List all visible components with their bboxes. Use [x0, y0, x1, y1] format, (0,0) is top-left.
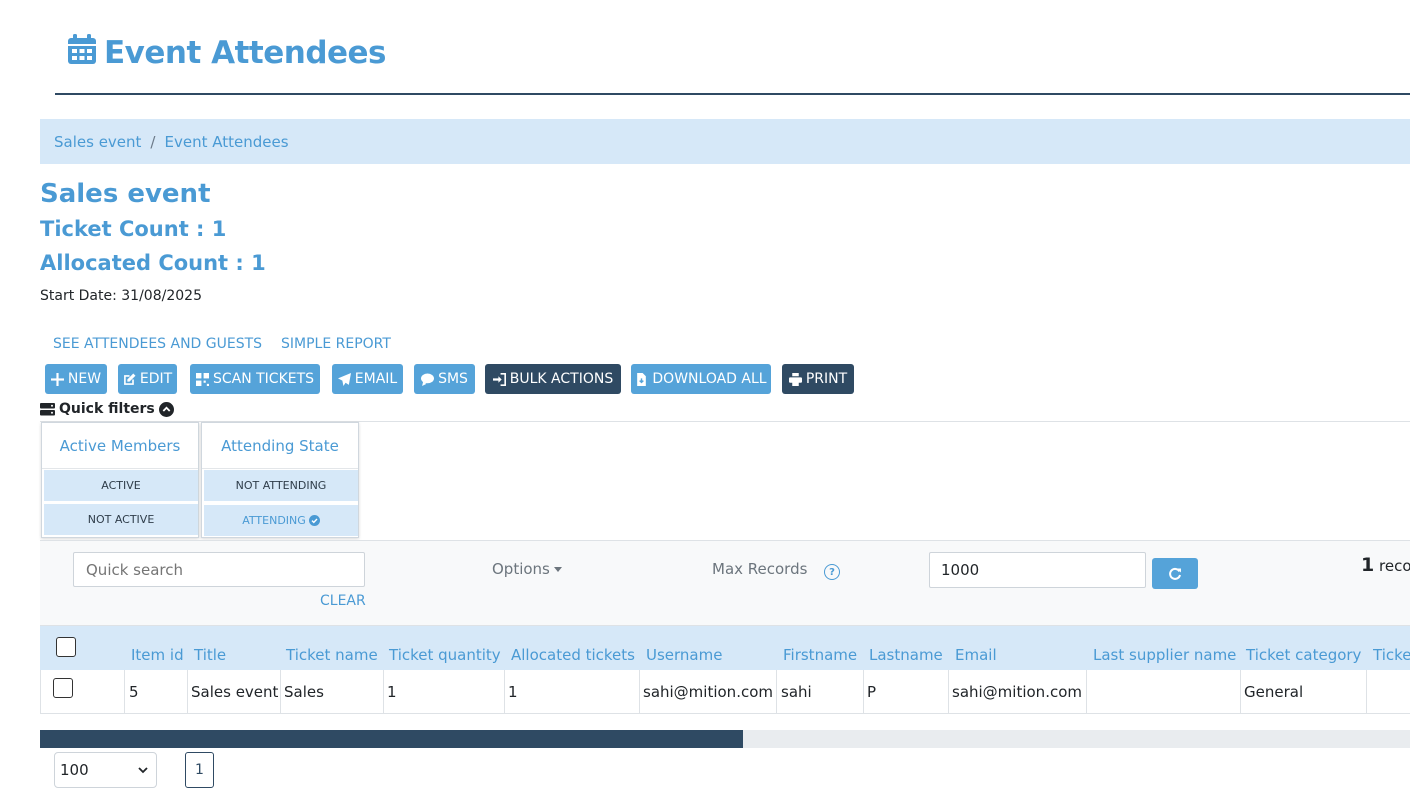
qrcode-icon	[195, 372, 209, 386]
column-header-ticket-truncated[interactable]: Ticke	[1373, 646, 1410, 664]
filter-group-title: Active Members	[42, 423, 198, 469]
max-records-label: Max Records	[712, 560, 808, 578]
simple-report-link[interactable]: SIMPLE REPORT	[281, 336, 391, 352]
page-title-text: Event Attendees	[104, 35, 387, 71]
column-header-username[interactable]: Username	[646, 646, 722, 664]
file-download-icon	[637, 372, 647, 386]
page-button-1[interactable]: 1	[185, 752, 214, 788]
column-header-ticket-quantity[interactable]: Ticket quantity	[389, 646, 501, 664]
cell-ticket-quantity: 1	[387, 683, 397, 701]
column-header-allocated-tickets[interactable]: Allocated tickets	[511, 646, 635, 664]
calendar-icon	[68, 34, 96, 72]
ticket-count: Ticket Count : 1	[40, 217, 227, 241]
caret-down-icon	[553, 566, 562, 572]
filter-option-not-active[interactable]: NOT ACTIVE	[44, 504, 198, 535]
clear-search-link[interactable]: CLEAR	[320, 593, 366, 609]
cell-title: Sales event	[191, 683, 279, 701]
breadcrumb: Sales event / Event Attendees	[40, 119, 1410, 164]
filter-option-not-attending[interactable]: NOT ATTENDING	[204, 470, 358, 501]
scan-tickets-button[interactable]: SCAN TICKETS	[190, 364, 320, 394]
bulk-actions-button[interactable]: BULK ACTIONS	[485, 364, 621, 394]
title-divider	[55, 93, 1410, 95]
check-circle-icon	[308, 515, 320, 526]
cell-username: sahi@mition.com	[643, 683, 773, 701]
column-header-firstname[interactable]: Firstname	[783, 646, 857, 664]
see-attendees-link[interactable]: SEE ATTENDEES AND GUESTS	[53, 336, 262, 352]
server-icon	[40, 402, 55, 415]
plus-icon	[50, 372, 64, 386]
new-button[interactable]: NEW	[45, 364, 107, 394]
filter-group-title: Attending State	[202, 423, 358, 469]
cell-ticket-name: Sales	[284, 683, 324, 701]
cell-email: sahi@mition.com	[952, 683, 1082, 701]
row-checkbox[interactable]	[53, 678, 73, 698]
edit-icon	[123, 373, 136, 385]
column-header-lastname[interactable]: Lastname	[869, 646, 943, 664]
cell-firstname: sahi	[781, 683, 812, 701]
filter-group-attending-state: Attending State NOT ATTENDING ATTENDING	[201, 422, 359, 538]
event-name: Sales event	[40, 179, 211, 209]
sms-button[interactable]: SMS	[414, 364, 475, 394]
print-button[interactable]: PRINT	[782, 364, 854, 394]
refresh-icon	[1169, 567, 1181, 580]
cell-item-id: 5	[129, 683, 139, 701]
refresh-button[interactable]	[1152, 558, 1198, 589]
chat-icon	[421, 373, 435, 386]
filter-option-active[interactable]: ACTIVE	[44, 470, 198, 501]
filter-group-active-members: Active Members ACTIVE NOT ACTIVE	[41, 422, 199, 538]
quick-search-input[interactable]	[73, 552, 365, 587]
column-header-item-id[interactable]: Item id	[131, 646, 184, 664]
column-header-title[interactable]: Title	[194, 646, 226, 664]
filter-option-attending[interactable]: ATTENDING	[204, 505, 358, 536]
start-date: Start Date: 31/08/2025	[40, 288, 202, 304]
chevron-up-circle-icon	[158, 401, 174, 417]
cell-allocated-tickets: 1	[508, 683, 518, 701]
cell-ticket-category: General	[1244, 683, 1304, 701]
paper-plane-icon	[337, 372, 351, 386]
sign-in-icon	[492, 372, 506, 386]
help-icon[interactable]: ?	[824, 564, 840, 580]
email-button[interactable]: EMAIL	[332, 364, 403, 394]
breadcrumb-item-attendees[interactable]: Event Attendees	[164, 133, 288, 151]
column-header-ticket-name[interactable]: Ticket name	[286, 646, 378, 664]
max-records-input[interactable]	[929, 552, 1146, 588]
quick-filters-toggle[interactable]: Quick filters	[40, 401, 174, 417]
breadcrumb-separator: /	[150, 132, 156, 151]
page-size-select[interactable]: 100	[54, 752, 157, 788]
column-header-email[interactable]: Email	[955, 646, 997, 664]
column-header-ticket-category[interactable]: Ticket category	[1246, 646, 1361, 664]
cell-lastname: P	[867, 683, 877, 701]
scrollbar-thumb[interactable]	[40, 730, 743, 748]
allocated-count: Allocated Count : 1	[40, 251, 266, 275]
page-title: Event Attendees	[68, 34, 387, 72]
column-header-last-supplier-name[interactable]: Last supplier name	[1093, 646, 1236, 664]
breadcrumb-item-event[interactable]: Sales event	[54, 133, 141, 151]
records-count: 1 recor	[1361, 554, 1410, 576]
select-all-checkbox[interactable]	[56, 637, 76, 657]
printer-icon	[788, 372, 802, 386]
download-all-button[interactable]: DOWNLOAD ALL	[631, 364, 771, 394]
options-dropdown[interactable]: Options	[492, 560, 562, 578]
edit-button[interactable]: EDIT	[118, 364, 177, 394]
chevron-down-icon	[138, 766, 148, 773]
